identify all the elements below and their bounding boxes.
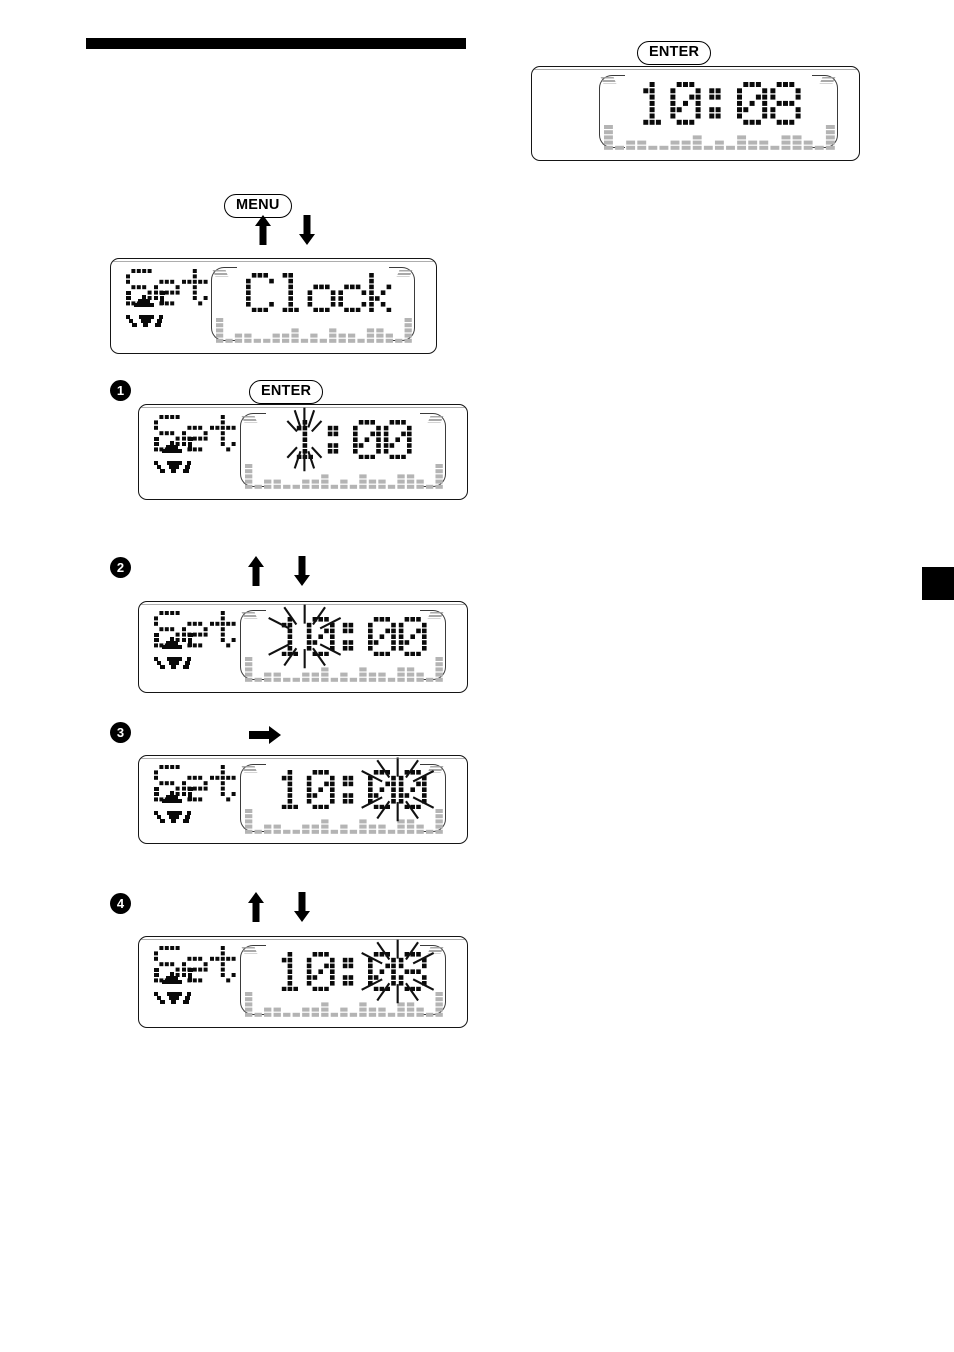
section-thumb-tab: [922, 567, 954, 600]
screen-corner-tick: [241, 416, 258, 423]
lcd-blink-rays: [249, 602, 360, 678]
menu-button[interactable]: MENU: [224, 194, 292, 218]
lcd-blink-rays: [278, 405, 331, 481]
step-number-3: 3: [110, 722, 131, 743]
enter-button-top[interactable]: ENTER: [637, 41, 712, 65]
lcd-display-menu-clock: [110, 258, 437, 354]
right-arrow-icon: [249, 726, 281, 744]
lcd-blink-rays: [342, 756, 453, 831]
down-arrow-icon: [299, 215, 315, 245]
lcd-display-step-2: [138, 601, 468, 693]
lcd-hours: [276, 770, 335, 810]
lcd-set-indicator: [154, 765, 240, 827]
lcd-equalizer-strip: [216, 315, 414, 344]
lcd-display-step-4: [138, 936, 468, 1028]
up-arrow-icon: [255, 215, 271, 245]
up-arrow-icon: [248, 892, 264, 922]
lcd-blink-rays: [342, 937, 453, 1013]
lcd-time-separator: [703, 82, 733, 125]
lcd-minutes: [737, 82, 801, 125]
down-arrow-icon: [294, 892, 310, 922]
lcd-minutes: [368, 617, 427, 657]
step-number-2: 2: [110, 557, 131, 578]
screen-corner-tick: [241, 947, 258, 954]
lcd-equalizer-strip: [245, 461, 445, 490]
lcd-set-indicator: [126, 269, 212, 331]
lcd-equalizer-strip: [604, 122, 837, 151]
lcd-display-step-3: [138, 755, 468, 844]
screen-corner-tick: [600, 77, 617, 84]
up-arrow-icon: [248, 556, 264, 586]
lcd-hours: [276, 952, 335, 992]
lcd-hours: [637, 82, 701, 125]
lcd-set-indicator: [154, 415, 240, 477]
step-number-1: 1: [110, 380, 131, 401]
lcd-set-indicator: [154, 946, 240, 1008]
screen-corner-tick: [212, 270, 229, 277]
lcd-display-step-1: [138, 404, 468, 500]
step-number-4: 4: [110, 893, 131, 914]
lcd-display-result: [531, 66, 860, 161]
lcd-minutes: [353, 420, 412, 460]
lcd-main-text: [246, 273, 397, 313]
down-arrow-icon: [294, 556, 310, 586]
section-heading-rule: [86, 38, 466, 49]
enter-button-step1[interactable]: ENTER: [249, 380, 324, 404]
screen-corner-tick: [241, 766, 258, 773]
lcd-set-indicator: [154, 611, 240, 673]
manual-page: ENTER MENU 1 ENTER 2 3 4: [0, 0, 954, 1352]
